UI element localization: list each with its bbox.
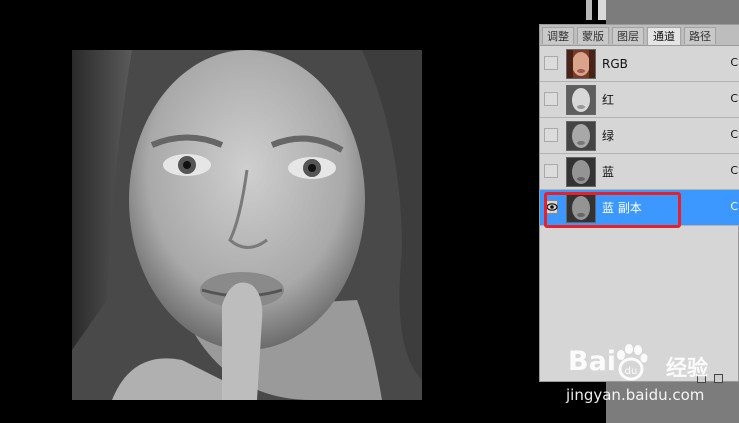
channel-row-rgb[interactable]: RGB C — [540, 46, 739, 82]
baidu-jingyan-watermark: Bai du 经验 jingyan.baidu.com — [566, 344, 738, 404]
workspace-strip — [586, 0, 592, 20]
channel-thumbnail — [566, 85, 596, 115]
canvas-photo[interactable] — [72, 50, 422, 400]
tab-paths[interactable]: 路径 — [684, 27, 716, 44]
svg-text:du: du — [625, 366, 638, 377]
gray-thumbnail-image — [567, 86, 595, 114]
channel-shortcut: C — [730, 164, 738, 177]
visibility-toggle[interactable] — [544, 92, 558, 106]
grayscale-portrait-image — [72, 50, 422, 400]
channel-row-red[interactable]: 红 C — [540, 82, 739, 118]
tab-adjustments[interactable]: 调整 — [542, 27, 574, 44]
channel-name: 绿 — [602, 129, 615, 143]
channel-name: 红 — [602, 93, 615, 107]
channel-shortcut: C — [730, 200, 738, 213]
tab-masks[interactable]: 蒙版 — [577, 27, 609, 44]
channel-row-green[interactable]: 绿 C — [540, 118, 739, 154]
watermark-logo: Bai — [568, 346, 617, 377]
channel-thumbnail — [566, 121, 596, 151]
paw-icon: du — [617, 344, 648, 381]
channel-name: RGB — [602, 57, 628, 71]
gray-thumbnail-image — [567, 122, 595, 150]
panel-tabs: 调整 蒙版 图层 通道 路径 — [540, 25, 739, 46]
tab-layers[interactable]: 图层 — [612, 27, 644, 44]
annotation-highlight-box — [544, 192, 681, 228]
color-thumbnail-image — [567, 50, 595, 78]
visibility-toggle[interactable] — [544, 128, 558, 142]
watermark-url: jingyan.baidu.com — [566, 386, 705, 404]
workspace-strip-light — [598, 0, 606, 20]
gray-thumbnail-image — [567, 158, 595, 186]
tab-channels[interactable]: 通道 — [647, 27, 681, 45]
visibility-toggle[interactable] — [544, 56, 558, 70]
channel-shortcut: C — [730, 92, 738, 105]
channel-shortcut: C — [730, 128, 738, 141]
visibility-toggle[interactable] — [544, 164, 558, 178]
channel-thumbnail — [566, 157, 596, 187]
channel-row-blue[interactable]: 蓝 C — [540, 154, 739, 190]
watermark-chinese-text: 经验 — [666, 356, 708, 380]
channel-thumbnail — [566, 49, 596, 79]
channel-name: 蓝 — [602, 165, 615, 179]
channel-shortcut: C — [730, 56, 738, 69]
